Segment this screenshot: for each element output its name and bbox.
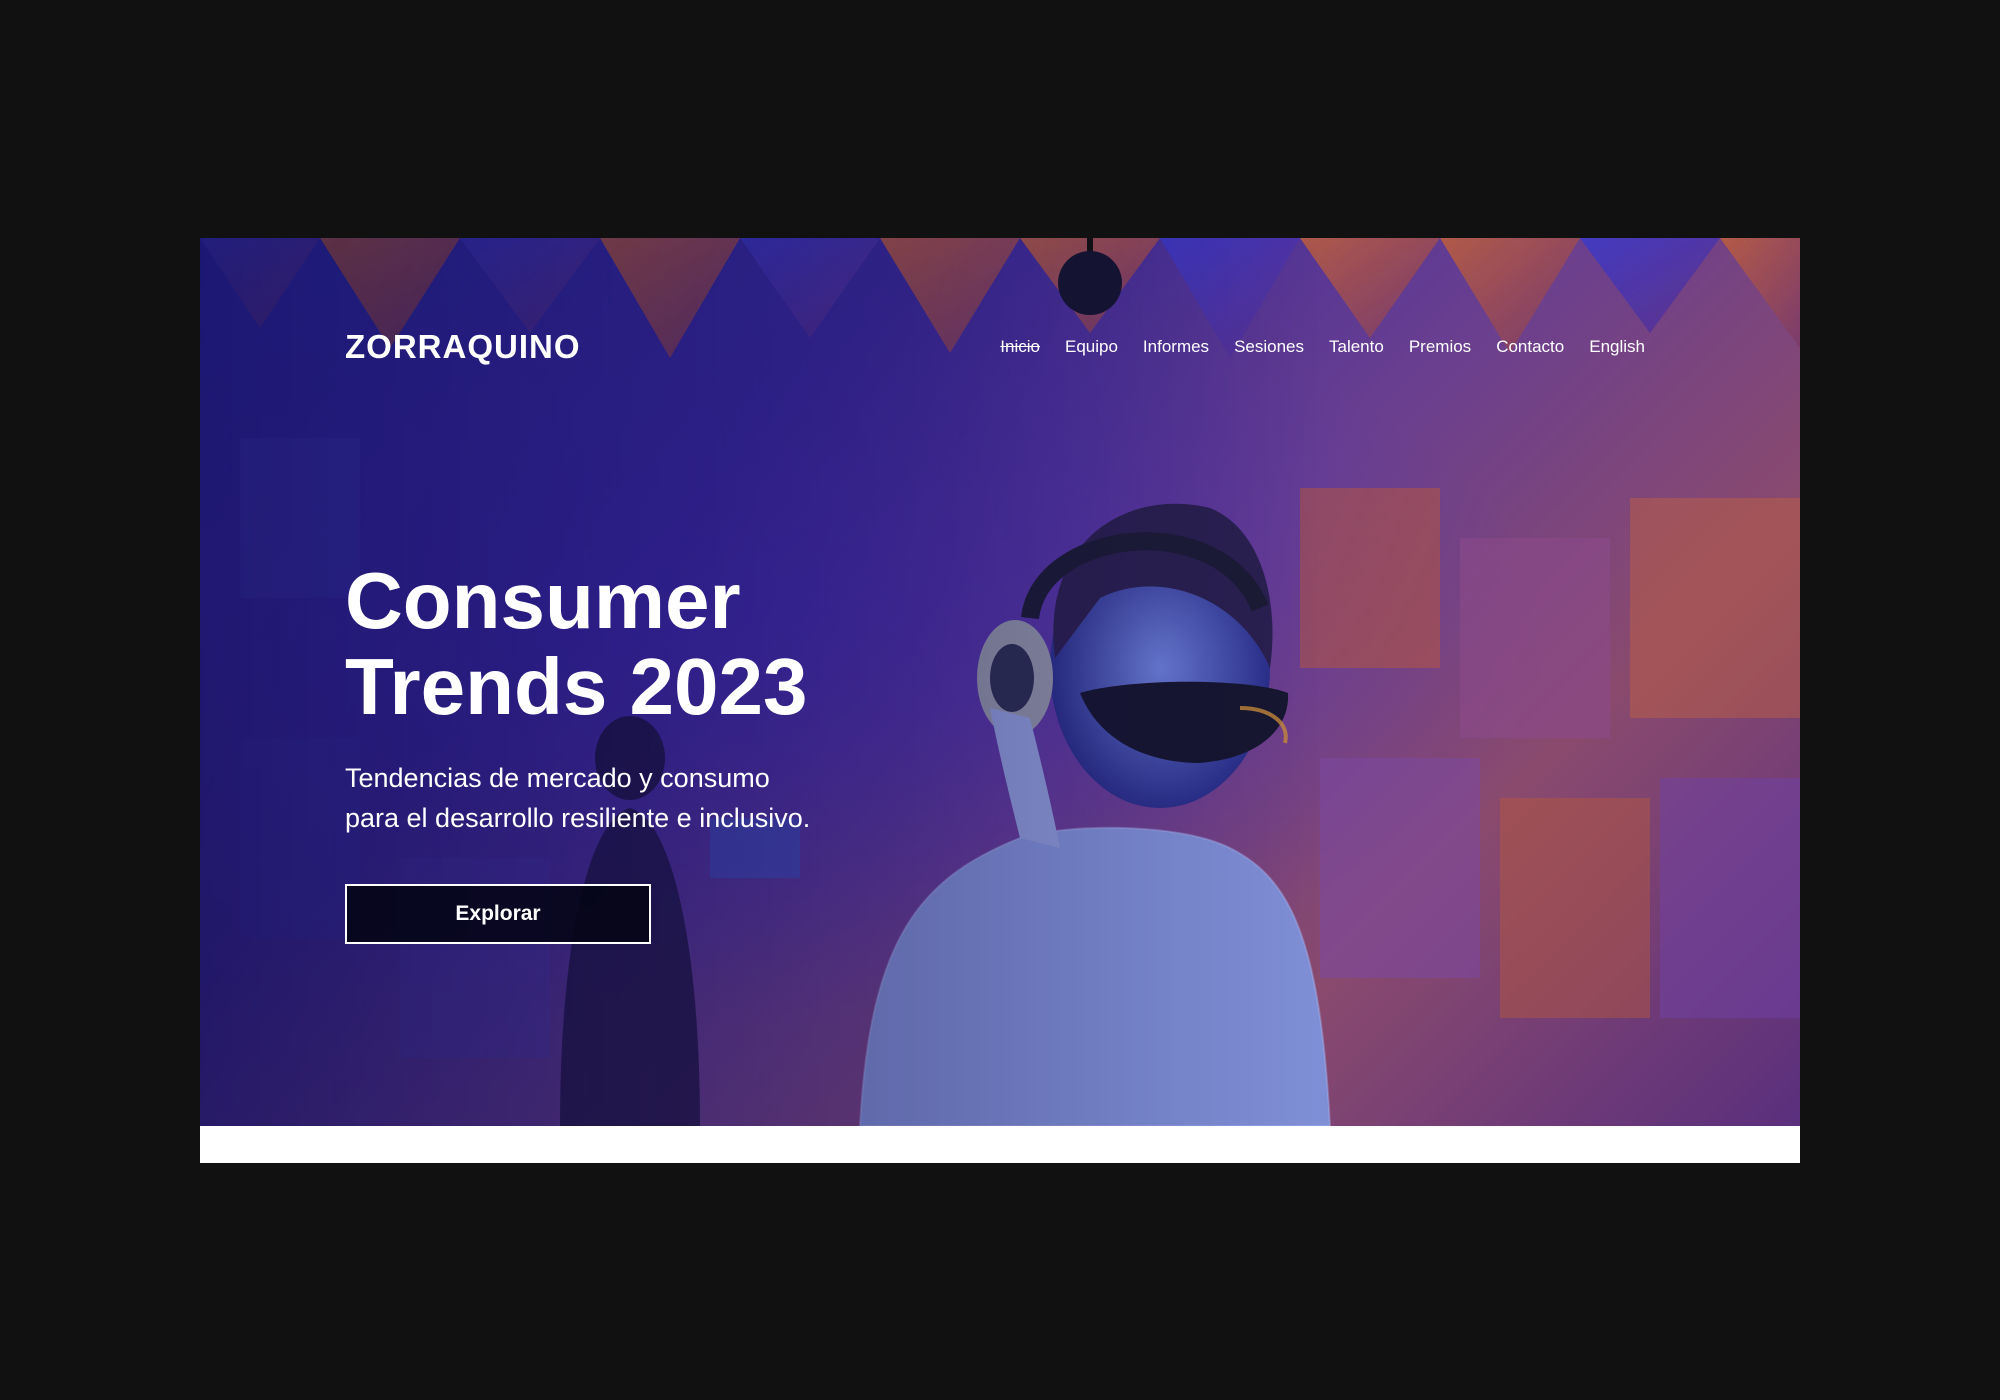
top-navigation-bar: ZORRAQUINO Inicio Equipo Informes Sesion… [345,328,1645,366]
content-area-start [200,1126,1800,1163]
hero-section: ZORRAQUINO Inicio Equipo Informes Sesion… [200,238,1800,1126]
hero-title: Consumer Trends 2023 [345,558,1045,730]
nav-item-talento[interactable]: Talento [1329,337,1384,357]
nav-item-informes[interactable]: Informes [1143,337,1209,357]
explore-button[interactable]: Explorar [345,884,651,944]
hero-title-line-1: Consumer [345,556,741,645]
nav-item-premios[interactable]: Premios [1409,337,1471,357]
nav-item-contacto[interactable]: Contacto [1496,337,1564,357]
main-nav: Inicio Equipo Informes Sesiones Talento … [1000,337,1645,357]
nav-item-sesiones[interactable]: Sesiones [1234,337,1304,357]
nav-item-inicio[interactable]: Inicio [1000,337,1040,357]
hero-title-line-2: Trends 2023 [345,642,808,731]
nav-item-equipo[interactable]: Equipo [1065,337,1118,357]
site-logo[interactable]: ZORRAQUINO [345,328,581,366]
hero-subtitle-line-2: para el desarrollo resiliente e inclusiv… [345,803,811,833]
hero-subtitle: Tendencias de mercado y consumo para el … [345,758,1045,838]
browser-frame: ZORRAQUINO Inicio Equipo Informes Sesion… [200,238,1800,1163]
nav-item-english[interactable]: English [1589,337,1645,357]
hero-subtitle-line-1: Tendencias de mercado y consumo [345,763,770,793]
